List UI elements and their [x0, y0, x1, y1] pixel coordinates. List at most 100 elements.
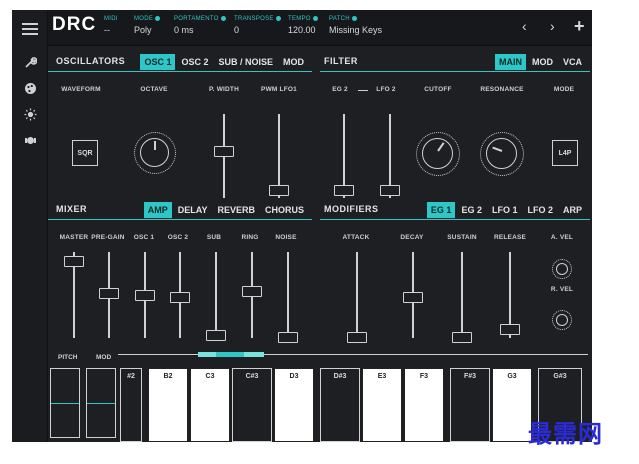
key-c-sharp-2[interactable]: #2	[120, 368, 142, 442]
ring-label: RING	[241, 234, 259, 241]
tempo-value: 120.00	[288, 25, 316, 35]
settings-dot-icon	[275, 16, 281, 21]
key-d-sharp-3[interactable]: D#3	[320, 368, 360, 442]
tab-arp[interactable]: ARP	[559, 202, 586, 218]
filter-divider	[320, 71, 590, 72]
tab-lfo1[interactable]: LFO 1	[488, 202, 522, 218]
sub-slider[interactable]	[206, 330, 226, 341]
portamento-value: 0 ms	[174, 25, 194, 35]
modifiers-title: MODIFIERS	[324, 204, 379, 214]
next-patch-icon[interactable]: ›	[550, 18, 555, 34]
pitch-label: PITCH	[58, 354, 78, 361]
a-vel-knob[interactable]	[552, 259, 572, 279]
ring-slider[interactable]	[242, 286, 262, 297]
mode-field[interactable]: MODE Poly	[134, 16, 161, 35]
transpose-value: 0	[234, 25, 240, 35]
pwidth-label: P. WIDTH	[208, 86, 239, 93]
mode-label: MODE	[134, 16, 154, 22]
decay-slider[interactable]	[403, 292, 423, 303]
decay-label: DECAY	[400, 234, 424, 241]
mod-wheel[interactable]	[86, 368, 116, 438]
osc1-mix-slider[interactable]	[135, 290, 155, 301]
lfo2-label: LFO 2	[376, 86, 396, 93]
eg2-lfo2-dash	[358, 90, 368, 91]
oscillators-divider	[48, 71, 312, 72]
tab-osc2[interactable]: OSC 2	[177, 54, 212, 70]
pwidth-slider[interactable]	[214, 146, 234, 157]
oscillators-tabs: OSC 1 OSC 2 SUB / NOISE MOD	[138, 54, 308, 70]
tab-main[interactable]: MAIN	[494, 54, 526, 70]
sustain-slider[interactable]	[452, 332, 472, 343]
midi-field[interactable]: MIDI --	[104, 16, 118, 35]
tab-mod[interactable]: MOD	[279, 54, 308, 70]
tab-eg2[interactable]: EG 2	[457, 202, 486, 218]
release-slider[interactable]	[500, 324, 520, 335]
tab-amp[interactable]: AMP	[143, 202, 172, 218]
filter-panel: FILTER MAIN MOD VCA EG 2 LFO 2 CUTOFF RE…	[320, 54, 590, 204]
tab-chorus[interactable]: CHORUS	[261, 202, 308, 218]
tempo-field[interactable]: TEMPO 120.00	[288, 16, 318, 35]
resonance-knob[interactable]	[480, 132, 524, 176]
pre-gain-label: PRE-GAIN	[91, 234, 125, 241]
r-vel-knob[interactable]	[552, 310, 572, 330]
attack-slider[interactable]	[347, 332, 367, 343]
tab-filter-mod[interactable]: MOD	[528, 54, 557, 70]
patch-field[interactable]: PATCH Missing Keys	[329, 16, 382, 35]
tab-osc1[interactable]: OSC 1	[140, 54, 176, 70]
mixer-divider	[48, 219, 312, 220]
palette-icon[interactable]	[22, 82, 38, 100]
filter-mode-button[interactable]: L4P	[552, 140, 578, 166]
tab-eg1[interactable]: EG 1	[426, 202, 456, 218]
mixer-panel: MIXER AMP DELAY REVERB CHORUS MASTER PRE…	[48, 202, 312, 352]
osc1-mix-label: OSC 1	[133, 234, 155, 241]
add-patch-icon[interactable]: +	[574, 16, 585, 37]
key-e3[interactable]: E3	[362, 368, 402, 442]
pwm-lfo1-slider[interactable]	[269, 185, 289, 196]
key-f3[interactable]: F3	[404, 368, 444, 442]
tab-vca[interactable]: VCA	[559, 54, 586, 70]
key-g3[interactable]: G3	[492, 368, 532, 442]
filter-mode-label: MODE	[553, 86, 575, 93]
attack-label: ATTACK	[342, 234, 370, 241]
osc2-mix-slider[interactable]	[170, 292, 190, 303]
settings-dot-icon	[312, 16, 318, 21]
sidebar	[12, 10, 48, 442]
key-d3[interactable]: D3	[274, 368, 314, 442]
patch-value: Missing Keys	[329, 25, 383, 35]
synth-app: DRC MIDI -- MODE Poly PORTAMENTO 0 ms TR…	[12, 10, 592, 442]
oscillators-title: OSCILLATORS	[56, 56, 126, 66]
key-c-sharp-3[interactable]: C#3	[232, 368, 272, 442]
noise-track	[287, 252, 289, 338]
settings-dot-icon	[351, 16, 357, 21]
key-f-sharp-3[interactable]: F#3	[450, 368, 490, 442]
eg2-slider[interactable]	[334, 185, 354, 196]
tab-reverb[interactable]: REVERB	[213, 202, 259, 218]
key-b2[interactable]: B2	[148, 368, 188, 442]
wrench-icon[interactable]	[22, 56, 38, 73]
tab-delay[interactable]: DELAY	[174, 202, 212, 218]
master-slider[interactable]	[64, 256, 84, 267]
brightness-icon[interactable]	[22, 108, 38, 126]
settings-dot-icon	[220, 16, 226, 21]
transpose-label: TRANSPOSE	[234, 16, 274, 22]
noise-slider[interactable]	[278, 332, 298, 343]
pre-gain-slider[interactable]	[99, 288, 119, 299]
pwm-lfo1-label: PWM LFO1	[261, 86, 297, 93]
tab-lfo2[interactable]: LFO 2	[523, 202, 557, 218]
lfo2-slider[interactable]	[380, 185, 400, 196]
tab-sub-noise[interactable]: SUB / NOISE	[214, 54, 277, 70]
cutoff-knob[interactable]	[416, 132, 460, 176]
release-label: RELEASE	[493, 234, 527, 241]
pitch-wheel[interactable]	[50, 368, 80, 438]
menu-icon[interactable]	[22, 20, 38, 38]
a-vel-label: A. VEL	[550, 234, 574, 241]
portamento-field[interactable]: PORTAMENTO 0 ms	[174, 16, 226, 35]
waveform-button[interactable]: SQR	[72, 140, 98, 166]
sub-label: SUB	[206, 234, 222, 241]
prev-patch-icon[interactable]: ‹	[522, 18, 527, 34]
transpose-field[interactable]: TRANSPOSE 0	[234, 16, 281, 35]
octave-knob[interactable]	[134, 132, 176, 174]
record-icon[interactable]	[22, 134, 38, 152]
key-c3[interactable]: C3	[190, 368, 230, 442]
keyboard-scroll-thumb[interactable]	[216, 352, 244, 357]
